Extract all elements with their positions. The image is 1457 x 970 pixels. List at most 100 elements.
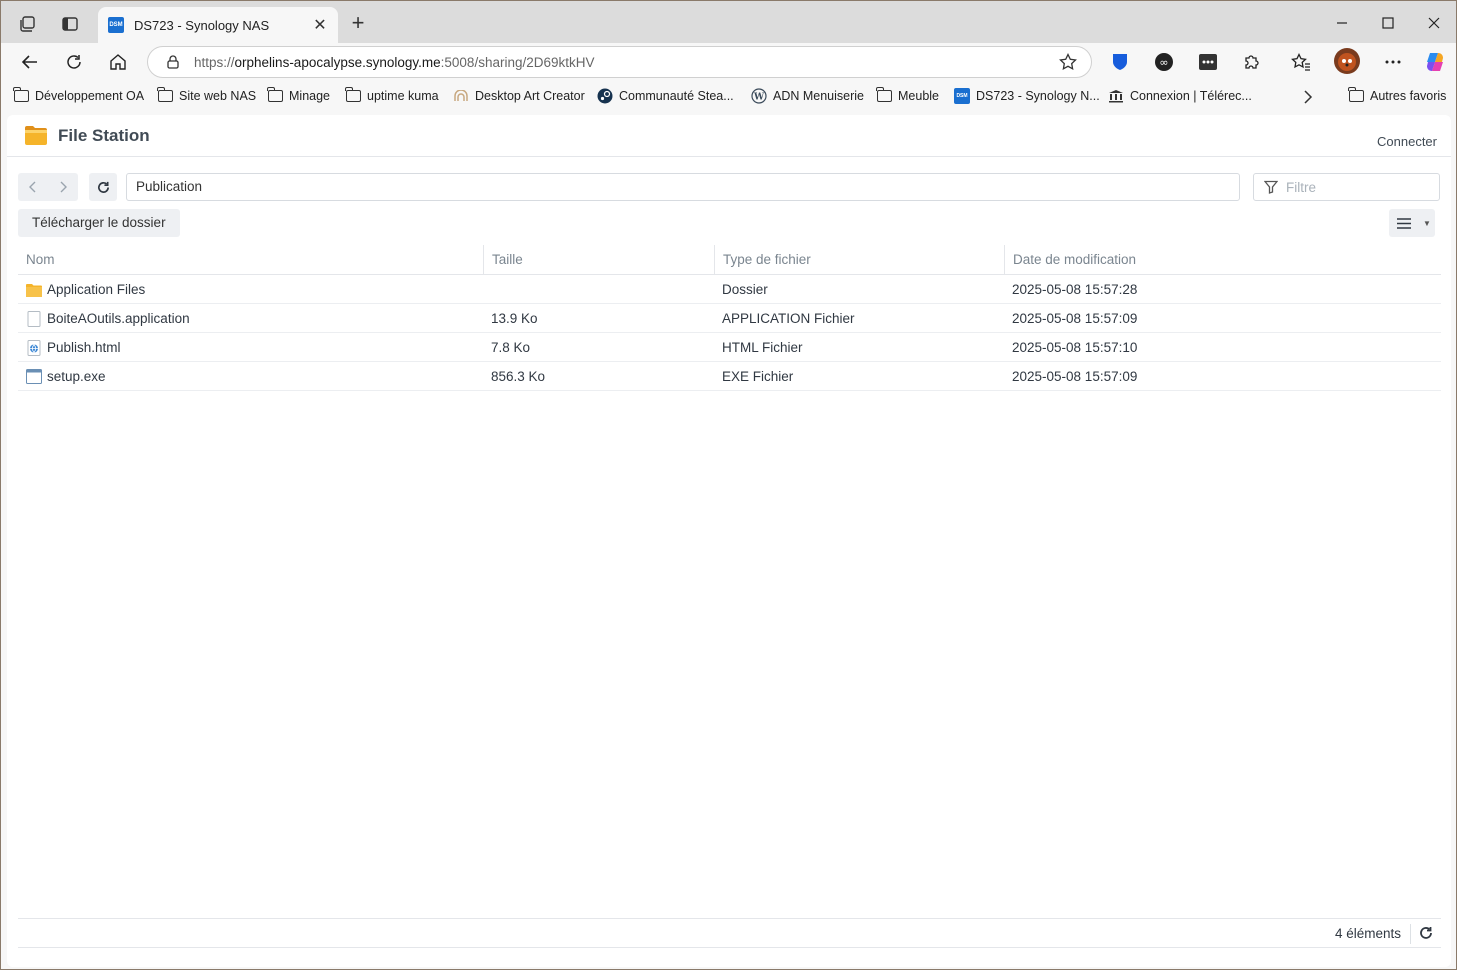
table-row[interactable]: Application Files Dossier 2025-05-08 15:… — [18, 275, 1441, 304]
file-type: APPLICATION Fichier — [722, 311, 855, 326]
table-header: Nom Taille Type de fichier Date de modif… — [18, 245, 1441, 275]
bookmark-adn-menuiserie[interactable]: W ADN Menuiserie — [751, 88, 864, 104]
extensions-puzzle-icon[interactable] — [1239, 49, 1265, 75]
item-count: 4 éléments — [1334, 926, 1401, 941]
svg-text:W: W — [753, 93, 765, 103]
url-text: https://orphelins-apocalypse.synology.me… — [194, 54, 595, 70]
file-size: 856.3 Ko — [491, 369, 546, 384]
path-field[interactable]: Publication — [126, 173, 1240, 201]
bookmarks-bar: Développement OA Site web NAS Minage upt… — [1, 85, 1456, 111]
tab-title: DS723 - Synology NAS — [134, 17, 270, 33]
download-folder-button[interactable]: Télécharger le dossier — [18, 209, 180, 237]
bookmark-steam[interactable]: Communauté Stea... — [597, 88, 734, 104]
file-date: 2025-05-08 15:57:09 — [1012, 369, 1138, 384]
column-header-type[interactable]: Type de fichier — [714, 245, 1004, 275]
minimize-icon[interactable] — [1319, 9, 1365, 37]
exe-file-icon — [26, 369, 42, 385]
bookmark-developpement-oa[interactable]: Développement OA — [13, 87, 144, 103]
html-file-icon — [26, 339, 42, 356]
column-header-date[interactable]: Date de modification — [1004, 245, 1441, 275]
divider — [1410, 924, 1411, 944]
folder-icon — [876, 87, 892, 103]
bookmark-minage[interactable]: Minage — [267, 87, 330, 103]
file-name: setup.exe — [47, 369, 106, 384]
app-header: File Station Connecter — [7, 115, 1451, 157]
back-arrow-icon[interactable] — [18, 173, 48, 201]
close-tab-icon[interactable]: ✕ — [312, 15, 328, 35]
bitwarden-icon[interactable] — [1107, 49, 1133, 75]
chevron-right-icon[interactable] — [1303, 90, 1313, 104]
app-title: File Station — [58, 126, 150, 145]
refresh-icon[interactable] — [1419, 926, 1433, 940]
file-date: 2025-05-08 15:57:28 — [1012, 282, 1138, 297]
history-nav — [18, 173, 78, 201]
wordpress-icon: W — [751, 88, 767, 104]
maximize-icon[interactable] — [1365, 9, 1411, 37]
filter-input[interactable]: Filtre — [1253, 173, 1440, 201]
file-date: 2025-05-08 15:57:10 — [1012, 340, 1138, 355]
lock-icon[interactable] — [166, 55, 180, 69]
refresh-button[interactable] — [89, 173, 117, 201]
favorites-icon[interactable] — [1288, 49, 1314, 75]
steam-icon — [597, 88, 613, 104]
file-name: BoiteAOutils.application — [47, 311, 190, 326]
bookmark-other-favorites[interactable]: Autres favoris — [1348, 87, 1446, 103]
table-row[interactable]: BoiteAOutils.application 13.9 Ko APPLICA… — [18, 304, 1441, 333]
file-size: 7.8 Ko — [491, 340, 531, 355]
chevron-down-icon: ▼ — [1423, 218, 1431, 228]
filter-icon — [1264, 180, 1278, 194]
view-mode-button[interactable]: ▼ — [1389, 209, 1435, 237]
reload-icon[interactable] — [59, 48, 89, 76]
file-station-logo-icon — [24, 124, 48, 146]
dsm-favicon-icon: DSM — [108, 17, 124, 33]
workspaces-icon[interactable] — [14, 10, 42, 38]
profile-avatar[interactable] — [1334, 48, 1360, 74]
tab-actions-icon[interactable] — [56, 10, 84, 38]
extension-infinity-icon[interactable]: ∞ — [1151, 49, 1177, 75]
new-tab-icon[interactable]: + — [346, 11, 370, 35]
home-icon[interactable] — [103, 48, 133, 76]
svg-text:∞: ∞ — [1159, 56, 1168, 69]
back-icon[interactable] — [15, 48, 45, 76]
dsm-icon: DSM — [954, 88, 970, 104]
navigation-bar: https://orphelins-apocalypse.synology.me… — [1, 43, 1456, 81]
extension-dots-icon[interactable] — [1195, 49, 1221, 75]
file-type: Dossier — [722, 282, 768, 297]
folder-icon — [1348, 87, 1364, 103]
tab-strip: DSM DS723 - Synology NAS ✕ + — [1, 1, 1456, 43]
more-menu-icon[interactable] — [1380, 49, 1406, 75]
forward-arrow-icon[interactable] — [48, 173, 78, 201]
address-bar[interactable]: https://orphelins-apocalypse.synology.me… — [147, 46, 1092, 78]
column-header-name[interactable]: Nom — [18, 245, 483, 275]
bookmark-connexion[interactable]: Connexion | Télérec... — [1108, 89, 1252, 103]
close-window-icon[interactable] — [1411, 9, 1457, 37]
column-header-size[interactable]: Taille — [483, 245, 714, 275]
art-icon — [453, 89, 469, 103]
bookmark-site-web-nas[interactable]: Site web NAS — [157, 87, 256, 103]
table-row[interactable]: setup.exe 856.3 Ko EXE Fichier 2025-05-0… — [18, 362, 1441, 391]
page-content: File Station Connecter Publication Filtr… — [7, 115, 1451, 967]
toolbar: Publication Filtre — [18, 173, 1440, 203]
bookmark-ds723[interactable]: DSM DS723 - Synology N... — [954, 88, 1100, 104]
bookmark-desktop-art-creator[interactable]: Desktop Art Creator — [453, 89, 585, 103]
folder-icon — [13, 87, 29, 103]
folder-icon — [26, 282, 42, 298]
filter-placeholder: Filtre — [1286, 179, 1316, 195]
file-type: EXE Fichier — [722, 369, 794, 384]
status-bar: 4 éléments — [18, 918, 1441, 948]
file-table: Nom Taille Type de fichier Date de modif… — [18, 245, 1441, 391]
tab-active[interactable]: DSM DS723 - Synology NAS ✕ — [98, 7, 338, 43]
file-icon — [26, 310, 42, 327]
copilot-icon[interactable] — [1422, 49, 1448, 75]
browser-window: DSM DS723 - Synology NAS ✕ + https://orp… — [0, 0, 1457, 970]
bookmark-meuble[interactable]: Meuble — [876, 87, 939, 103]
bookmark-uptime-kuma[interactable]: uptime kuma — [345, 87, 439, 103]
file-name: Publish.html — [47, 340, 121, 355]
table-row[interactable]: Publish.html 7.8 Ko HTML Fichier 2025-05… — [18, 333, 1441, 362]
favorite-star-icon[interactable] — [1059, 52, 1077, 76]
list-view-icon — [1389, 217, 1419, 229]
folder-icon — [157, 87, 173, 103]
file-date: 2025-05-08 15:57:09 — [1012, 311, 1138, 326]
connect-link[interactable]: Connecter — [1377, 134, 1437, 149]
refresh-icon — [97, 181, 109, 193]
